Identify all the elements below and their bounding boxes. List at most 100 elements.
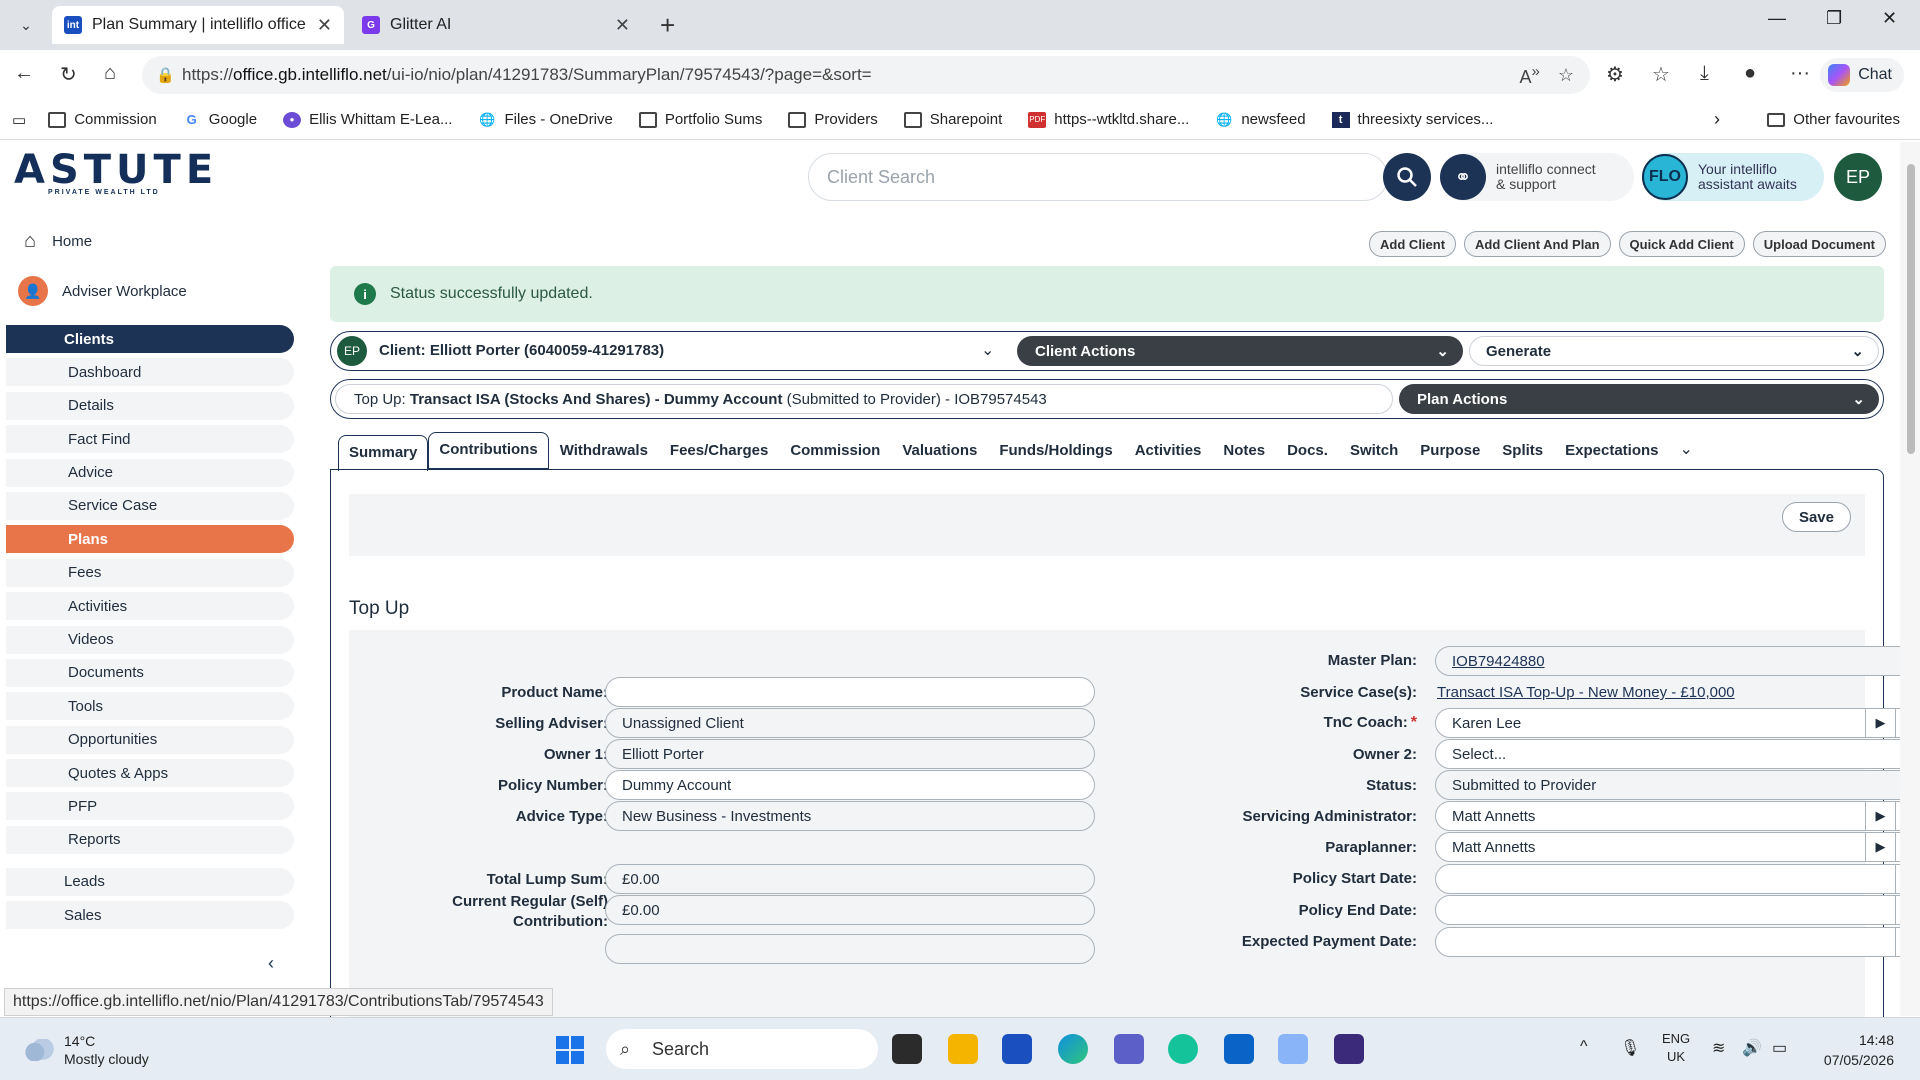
tab-notes[interactable]: Notes (1212, 442, 1276, 469)
maximize-icon[interactable]: ❐ (1826, 8, 1842, 29)
glitter-app-icon[interactable] (1334, 1034, 1364, 1064)
bookmark-wtkltd[interactable]: PDF https--wtkltd.share... (1028, 111, 1189, 128)
battery-icon[interactable]: ▭ (1772, 1038, 1787, 1058)
sidebar-item-details[interactable]: Details (6, 391, 294, 420)
owner-2-select[interactable]: Select... ⌄ (1435, 739, 1920, 769)
sidebar-item-dashboard[interactable]: Dashboard (6, 358, 294, 387)
more-tabs-chevron-icon[interactable]: ⌄ (1670, 439, 1703, 469)
save-button[interactable]: Save (1781, 502, 1851, 532)
paraplanner-field[interactable]: Matt Annetts ▶ ✕ (1435, 832, 1920, 862)
tab-activities[interactable]: Activities (1124, 442, 1213, 469)
snipping-tool-icon[interactable] (1278, 1034, 1308, 1064)
play-icon[interactable]: ▶ (1865, 708, 1895, 738)
generate-dropdown[interactable]: Generate ⌄ (1469, 336, 1879, 366)
total-lump-sum-field[interactable]: £0.00 (605, 864, 1095, 894)
user-avatar[interactable]: EP (1834, 153, 1882, 201)
tab-switch[interactable]: Switch (1339, 442, 1409, 469)
url-field[interactable]: 🔒 https://office.gb.intelliflo.net/ui-io… (142, 56, 1590, 94)
sidebar-item-plans[interactable]: Plans (6, 525, 294, 554)
next-field[interactable] (605, 934, 1095, 964)
windows-start-icon[interactable] (556, 1036, 584, 1064)
downloads-icon[interactable]: ⤓ (1700, 62, 1709, 85)
client-actions-dropdown[interactable]: Client Actions ⌄ (1017, 336, 1463, 366)
tab-expectations[interactable]: Expectations (1554, 442, 1669, 469)
extensions-icon[interactable]: ⚙ (1606, 62, 1624, 87)
policy-end-date-input[interactable]: ▦ (1435, 895, 1920, 925)
home-icon[interactable]: ⌂ (104, 62, 116, 85)
new-tab-icon[interactable]: + (660, 10, 675, 41)
sidebar-item-tools[interactable]: Tools (6, 692, 294, 721)
taskbar-clock[interactable]: 14:48 07/05/2026 (1824, 1030, 1894, 1070)
taskbar-search[interactable]: ⌕ Search (606, 1029, 878, 1069)
show-hidden-icons-icon[interactable]: ^ (1580, 1038, 1588, 1056)
tab-contributions[interactable]: Contributions (428, 432, 549, 469)
policy-number-input[interactable]: Dummy Account (605, 770, 1095, 800)
bookmark-providers[interactable]: Providers (788, 111, 878, 128)
master-plan-field[interactable]: IOB79424880 (1435, 646, 1920, 676)
add-client-button[interactable]: Add Client (1369, 231, 1457, 257)
service-case-link[interactable]: Transact ISA Top-Up - New Money - £10,00… (1437, 684, 1735, 701)
tab-list-chevron-icon[interactable]: ⌄ (10, 10, 42, 40)
browser-tab-plan-summary[interactable]: int Plan Summary | intelliflo office ✕ (52, 6, 344, 44)
product-name-input[interactable] (605, 677, 1095, 707)
outlook-icon[interactable] (1224, 1034, 1254, 1064)
add-client-and-plan-button[interactable]: Add Client And Plan (1464, 231, 1611, 257)
weather-widget[interactable]: 14°C Mostly cloudy (22, 1032, 149, 1068)
client-search-input[interactable]: Client Search (808, 153, 1388, 201)
selling-adviser-field[interactable]: Unassigned Client (605, 708, 1095, 738)
wifi-icon[interactable]: ≋ (1712, 1038, 1725, 1058)
upload-document-button[interactable]: Upload Document (1752, 231, 1886, 257)
sidebar-item-sales[interactable]: Sales (6, 901, 294, 930)
quick-add-client-button[interactable]: Quick Add Client (1618, 231, 1745, 257)
astute-logo[interactable]: ASTUTE PRIVATE WEALTH LTD (14, 147, 213, 207)
collapse-sidebar-icon[interactable]: ‹ (268, 953, 274, 974)
tab-fees-charges[interactable]: Fees/Charges (659, 442, 779, 469)
sidebar-item-service-case[interactable]: Service Case (6, 491, 294, 520)
language-indicator[interactable]: ENG UK (1662, 1030, 1690, 1066)
sidebar-item-fees[interactable]: Fees (6, 558, 294, 587)
other-favourites[interactable]: Other favourites (1767, 111, 1900, 128)
policy-start-date-input[interactable]: ▦ (1435, 864, 1920, 894)
edge-icon[interactable] (1058, 1034, 1088, 1064)
servicing-administrator-field[interactable]: Matt Annetts ▶ ✕ (1435, 801, 1920, 831)
expected-payment-date-input[interactable]: ▦ (1435, 927, 1920, 957)
bookmark-ellis-whittam[interactable]: ● Ellis Whittam E-Lea... (283, 111, 452, 128)
tab-funds-holdings[interactable]: Funds/Holdings (988, 442, 1123, 469)
sidebar-item-activities[interactable]: Activities (6, 592, 294, 621)
favourite-star-icon[interactable]: ☆ (1558, 65, 1574, 86)
task-view-icon[interactable] (892, 1034, 922, 1064)
close-window-icon[interactable]: ✕ (1882, 8, 1897, 29)
sidebar-item-videos[interactable]: Videos (6, 625, 294, 654)
tab-commission[interactable]: Commission (779, 442, 891, 469)
file-explorer-icon[interactable] (948, 1034, 978, 1064)
sidebar-item-clients[interactable]: Clients (6, 325, 294, 353)
profile-icon[interactable]: ● (1744, 62, 1756, 85)
play-icon[interactable]: ▶ (1865, 832, 1895, 862)
client-name[interactable]: Client: Elliott Porter (6040059-41291783… (379, 342, 664, 359)
sidebar-home[interactable]: ⌂ Home (0, 221, 300, 261)
refresh-icon[interactable]: ↻ (60, 62, 77, 87)
more-menu-icon[interactable]: ··· (1790, 62, 1810, 85)
advice-type-field[interactable]: New Business - Investments (605, 801, 1095, 831)
intelliflo-connect-button[interactable]: ⚭ intelliflo connect & support (1440, 153, 1634, 201)
grammarly-icon[interactable] (1168, 1034, 1198, 1064)
bookmark-google[interactable]: G Google (183, 111, 257, 128)
master-plan-link[interactable]: IOB79424880 (1452, 653, 1545, 670)
tab-summary[interactable]: Summary (338, 435, 429, 471)
volume-icon[interactable]: 🔊 (1742, 1038, 1762, 1058)
bookmark-commission[interactable]: Commission (48, 111, 157, 128)
bookmark-sharepoint[interactable]: Sharepoint (903, 111, 1002, 128)
tab-docs[interactable]: Docs. (1276, 442, 1339, 469)
store-icon[interactable] (1002, 1034, 1032, 1064)
sidebar-item-advice[interactable]: Advice (6, 458, 294, 487)
tab-splits[interactable]: Splits (1491, 442, 1554, 469)
microphone-icon[interactable]: 🎙 (1620, 1038, 1640, 1058)
play-icon[interactable]: ▶ (1865, 801, 1895, 831)
bookmark-newsfeed[interactable]: 🌐 newsfeed (1215, 111, 1305, 128)
collections-icon[interactable]: ▭ (12, 111, 26, 129)
minimize-icon[interactable]: — (1768, 8, 1786, 29)
status-field[interactable]: Submitted to Provider (1435, 770, 1920, 800)
browser-tab-glitter[interactable]: G Glitter AI ✕ (350, 6, 642, 44)
back-icon[interactable]: ← (14, 62, 34, 85)
sidebar-adviser-workplace[interactable]: 👤 Adviser Workplace (0, 267, 300, 315)
